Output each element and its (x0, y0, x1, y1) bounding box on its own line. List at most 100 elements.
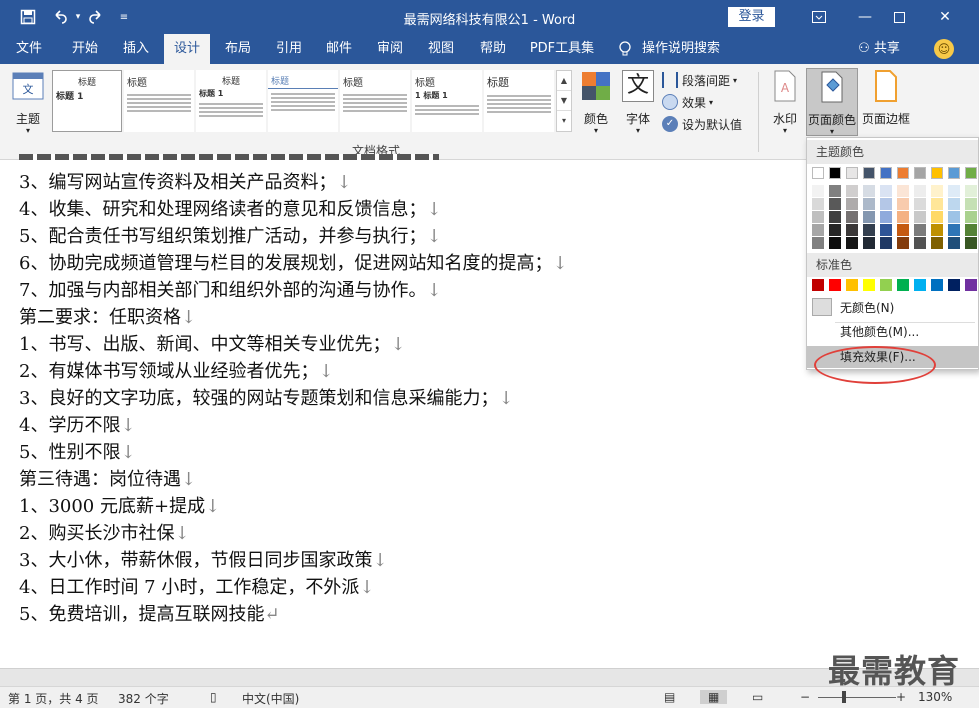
style-thumb[interactable]: 标题 (340, 70, 410, 132)
color-swatch[interactable] (914, 237, 926, 249)
tell-me-search[interactable]: 操作说明搜索 (640, 34, 722, 64)
doc-paragraph[interactable]: 3、良好的文字功底，较强的网站专题策划和信息采编能力；↓ (19, 384, 514, 410)
undo-dropdown-icon[interactable]: ▾ (68, 7, 88, 27)
color-swatch[interactable] (880, 211, 892, 223)
maximize-button[interactable] (876, 0, 922, 34)
doc-paragraph[interactable]: 3、编写网站宣传资料及相关产品资料；↓ (19, 168, 352, 194)
color-swatch[interactable] (948, 279, 960, 291)
watermark-button[interactable]: A 水印 ▾ (768, 68, 802, 136)
style-thumb[interactable]: 标题 (124, 70, 194, 132)
color-swatch[interactable] (812, 224, 824, 236)
tab-design[interactable]: 设计 (164, 34, 210, 64)
tab-layout[interactable]: 布局 (214, 34, 262, 64)
doc-heading[interactable]: 第三待遇：岗位待遇↓ (19, 465, 196, 491)
color-swatch[interactable] (863, 185, 875, 197)
color-swatch[interactable] (931, 279, 943, 291)
color-swatch[interactable] (880, 167, 892, 179)
login-button[interactable]: 登录 (728, 7, 775, 27)
color-swatch[interactable] (846, 224, 858, 236)
color-swatch[interactable] (965, 211, 977, 223)
style-thumb[interactable]: 标题 1 标题 1 (412, 70, 482, 132)
tab-help[interactable]: 帮助 (470, 34, 516, 64)
effects-button[interactable]: 效果 ▾ (662, 92, 713, 112)
color-swatch[interactable] (965, 279, 977, 291)
gallery-more-icon[interactable]: ▾ (557, 111, 571, 131)
zoom-in-icon[interactable]: + (896, 690, 906, 704)
color-swatch[interactable] (965, 224, 977, 236)
color-swatch[interactable] (863, 224, 875, 236)
color-swatch[interactable] (948, 237, 960, 249)
page-borders-button[interactable]: 页面边框 (860, 68, 912, 136)
doc-heading[interactable]: 第二要求：任职资格↓ (19, 303, 196, 329)
doc-paragraph[interactable]: 5、性别不限↓ (19, 438, 136, 464)
undo-icon[interactable] (50, 7, 70, 27)
paragraph-spacing-button[interactable]: 段落间距 ▾ (662, 70, 737, 90)
color-swatch[interactable] (914, 198, 926, 210)
color-swatch[interactable] (863, 198, 875, 210)
tab-insert[interactable]: 插入 (112, 34, 160, 64)
color-swatch[interactable] (897, 198, 909, 210)
save-icon[interactable] (18, 7, 38, 27)
redo-icon[interactable] (86, 7, 106, 27)
color-swatch[interactable] (829, 224, 841, 236)
color-swatch[interactable] (931, 224, 943, 236)
print-layout-icon[interactable]: ▦ (700, 690, 728, 704)
color-swatch[interactable] (914, 211, 926, 223)
color-swatch[interactable] (812, 237, 824, 249)
color-swatch[interactable] (846, 211, 858, 223)
share-button[interactable]: ⚇ 共享 (852, 34, 906, 64)
color-swatch[interactable] (863, 279, 875, 291)
color-swatch[interactable] (846, 198, 858, 210)
doc-paragraph[interactable]: 4、学历不限↓ (19, 411, 136, 437)
color-swatch[interactable] (812, 211, 824, 223)
style-set-gallery[interactable]: 标题 标题 1 标题 标题 标题 1 标题 标题 标题 1 标题 1 标题 (50, 70, 572, 134)
color-swatch[interactable] (914, 185, 926, 197)
color-swatch[interactable] (897, 211, 909, 223)
zoom-out-icon[interactable]: − (800, 690, 810, 704)
color-swatch[interactable] (846, 279, 858, 291)
style-thumb[interactable]: 标题 (484, 70, 554, 132)
color-swatch[interactable] (880, 198, 892, 210)
color-swatch[interactable] (812, 167, 824, 179)
color-swatch[interactable] (965, 167, 977, 179)
doc-paragraph[interactable]: 5、配合责任书写组织策划推广活动，并参与执行；↓ (19, 222, 442, 248)
doc-paragraph[interactable]: 7、加强与内部相关部门和组织外部的沟通与协作。↓ (19, 276, 442, 302)
color-swatch[interactable] (829, 167, 841, 179)
language-status[interactable]: 中文(中国) (242, 690, 299, 707)
color-swatch[interactable] (812, 279, 824, 291)
color-swatch[interactable] (812, 198, 824, 210)
set-default-button[interactable]: ✓ 设为默认值 (662, 114, 742, 134)
tab-file[interactable]: 文件 (6, 34, 52, 64)
doc-paragraph[interactable]: 4、收集、研究和处理网络读者的意见和反馈信息；↓ (19, 195, 442, 221)
zoom-slider-thumb[interactable] (842, 691, 846, 703)
color-swatch[interactable] (948, 185, 960, 197)
color-swatch[interactable] (948, 224, 960, 236)
color-swatch[interactable] (880, 237, 892, 249)
tab-mailings[interactable]: 邮件 (316, 34, 362, 64)
zoom-slider[interactable] (818, 697, 896, 698)
color-swatch[interactable] (965, 198, 977, 210)
color-swatch[interactable] (863, 167, 875, 179)
word-count[interactable]: 382 个字 (118, 690, 169, 707)
fonts-button[interactable]: 文 字体 ▾ (620, 68, 656, 136)
doc-paragraph[interactable]: 2、有媒体书写领域从业经验者优先；↓ (19, 357, 334, 383)
zoom-level[interactable]: 130% (918, 690, 952, 704)
style-thumb[interactable]: 标题 标题 1 (52, 70, 122, 132)
color-swatch[interactable] (914, 224, 926, 236)
color-swatch[interactable] (846, 167, 858, 179)
color-swatch[interactable] (829, 185, 841, 197)
no-color-option[interactable]: 无颜色(N) (807, 295, 978, 319)
color-swatch[interactable] (931, 198, 943, 210)
page-color-button[interactable]: 页面颜色 ▾ (806, 68, 858, 136)
color-swatch[interactable] (846, 237, 858, 249)
close-button[interactable]: ✕ (922, 0, 968, 34)
style-thumb[interactable]: 标题 标题 1 (196, 70, 266, 132)
tab-pdf-tools[interactable]: PDF工具集 (522, 34, 602, 64)
doc-paragraph[interactable]: 1、书写、出版、新闻、中文等相关专业优先；↓ (19, 330, 406, 356)
color-swatch[interactable] (965, 185, 977, 197)
color-swatch[interactable] (880, 224, 892, 236)
customize-toolbar-icon[interactable]: ≡ (114, 7, 134, 27)
web-layout-icon[interactable]: ▭ (752, 690, 763, 704)
color-swatch[interactable] (846, 185, 858, 197)
color-swatch[interactable] (931, 185, 943, 197)
